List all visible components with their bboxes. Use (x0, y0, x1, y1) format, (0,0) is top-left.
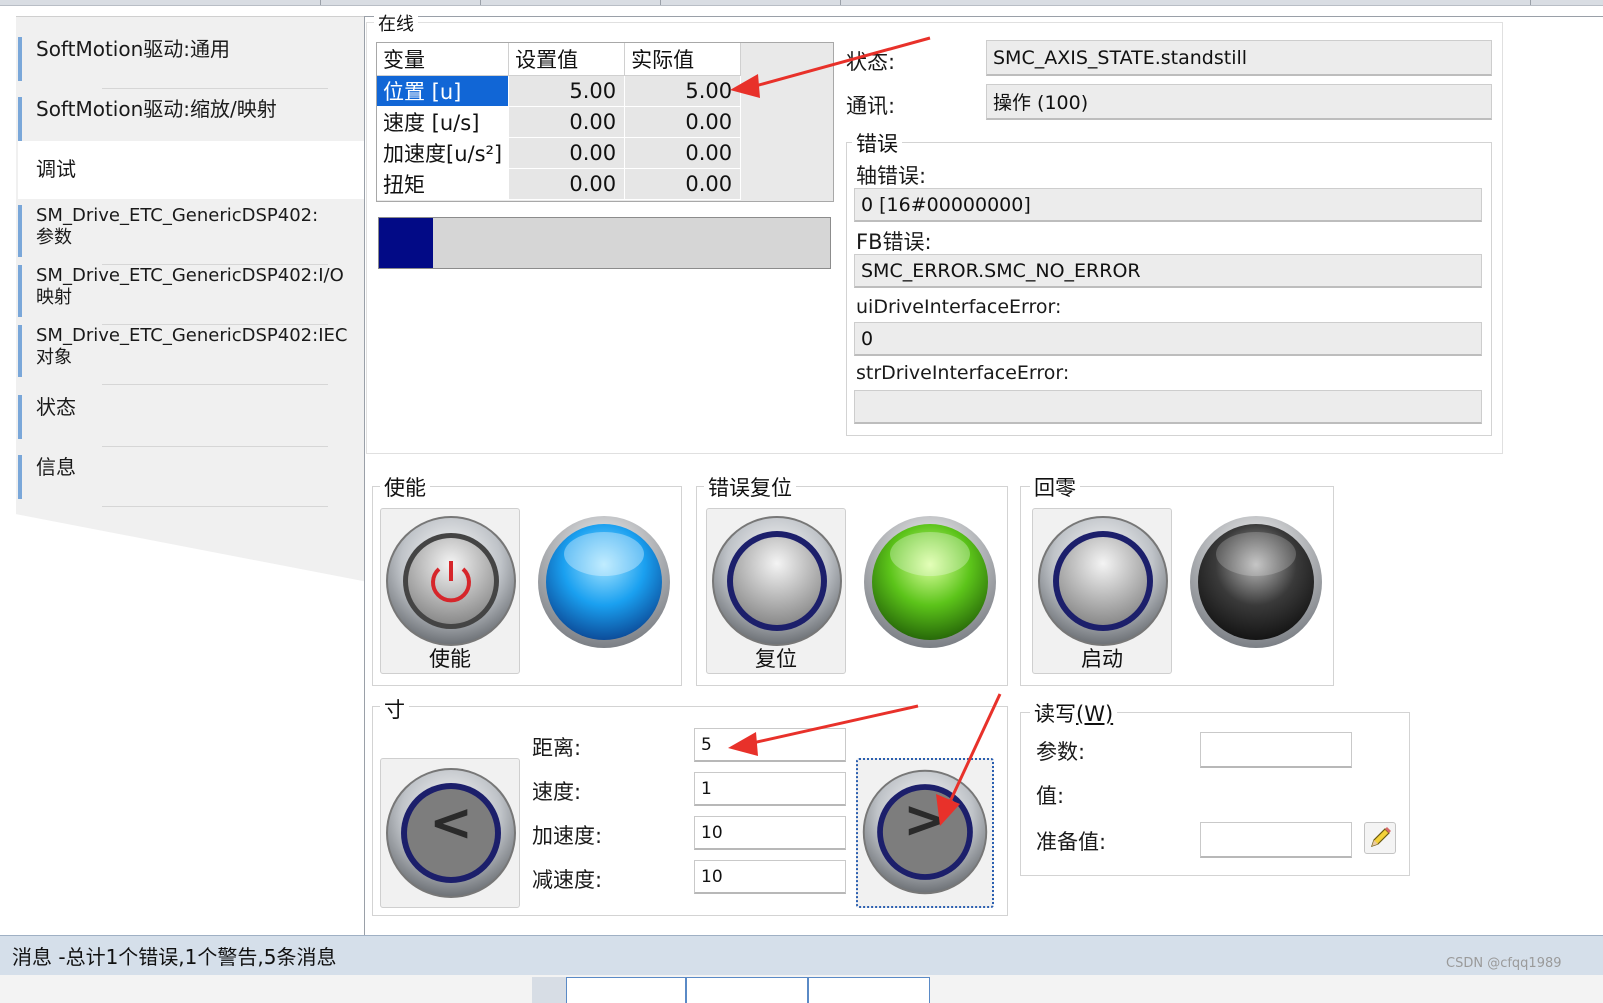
enable-status-lamp (538, 516, 670, 648)
error-group-title: 错误 (852, 128, 902, 158)
tab-status[interactable]: 状态 (18, 395, 328, 447)
grid-cell-name: 加速度[u/s²] (377, 137, 510, 169)
param-label: 参数: (1036, 740, 1086, 764)
tab-dsp402-params[interactable]: SM_Drive_ETC_GenericDSP402:参数 (18, 205, 328, 265)
grid-row[interactable]: 加速度[u/s²] 0.00 0.00 (377, 137, 742, 169)
grid-cell-set: 5.00 (508, 75, 626, 107)
grid-cell-name: 扭矩 (377, 168, 510, 200)
write-value-button[interactable] (1364, 822, 1396, 854)
comm-field: 操作 (100) (986, 84, 1492, 120)
reset-group-title: 错误复位 (704, 472, 796, 502)
home-button-label: 启动 (1081, 647, 1123, 671)
home-start-button[interactable]: 启动 (1032, 508, 1172, 674)
readwrite-group-title: 读写(W) (1030, 698, 1118, 728)
left-tab-panel: SoftMotion驱动:通用 SoftMotion驱动:缩放/映射 调试 SM… (16, 16, 368, 582)
str-drive-error-label: strDriveInterfaceError: (856, 362, 1070, 384)
str-drive-error-field (854, 390, 1482, 424)
ui-drive-error-field: 0 (854, 322, 1482, 356)
tab-dsp402-iec-objects[interactable]: SM_Drive_ETC_GenericDSP402:IEC对象 (18, 325, 347, 385)
tab-label: SoftMotion驱动:缩放/映射 (36, 97, 277, 121)
state-label: 状态: (846, 50, 896, 74)
reset-button[interactable]: 复位 (706, 508, 846, 674)
reset-button-knob-icon (712, 516, 842, 646)
speed-label: 速度: (532, 780, 582, 804)
grid-cell-actual: 5.00 (624, 75, 742, 107)
enable-group-title: 使能 (380, 472, 430, 502)
ui-drive-error-label: uiDriveInterfaceError: (856, 296, 1062, 318)
deceleration-input[interactable]: 10 (694, 860, 846, 894)
grid-header-setvalue: 设置值 (508, 43, 626, 76)
tab-debug[interactable]: 调试 (18, 141, 364, 199)
tab-label: SM_Drive_ETC_GenericDSP402:参数 (36, 205, 319, 248)
grid-header-variable: 变量 (377, 43, 510, 76)
comm-label: 通讯: (846, 94, 896, 118)
reset-button-label: 复位 (755, 647, 797, 671)
enable-button[interactable]: 使能 (380, 508, 520, 674)
top-toolbar-strip (0, 0, 1603, 6)
grid-row[interactable]: 扭矩 0.00 0.00 (377, 168, 742, 200)
bottom-tab-strip (0, 975, 1603, 1003)
fb-error-label: FB错误: (856, 230, 932, 254)
tab-label: SM_Drive_ETC_GenericDSP402:IEC对象 (36, 325, 348, 368)
jog-backward-button[interactable]: < (380, 758, 520, 908)
grid-row[interactable]: 速度 [u/s] 0.00 0.00 (377, 106, 742, 138)
pencil-icon (1371, 827, 1391, 847)
position-progress-bar (378, 217, 831, 269)
message-status-bar[interactable]: 消息 -总计1个错误,1个警告,5条消息 (0, 935, 1603, 975)
online-variable-grid[interactable]: 变量 设置值 实际值 位置 [u] 5.00 5.00 速度 [u/s] 0.0… (376, 42, 834, 202)
online-group-title: 在线 (374, 10, 418, 34)
grid-cell-actual: 0.00 (624, 106, 742, 138)
tab-softmotion-general[interactable]: SoftMotion驱动:通用 (18, 37, 328, 89)
reset-status-lamp (864, 516, 996, 648)
axis-error-field: 0 [16#00000000] (854, 188, 1482, 222)
watermark: CSDN @cfqq1989 (1446, 956, 1562, 971)
enable-button-label: 使能 (429, 647, 471, 671)
speed-input[interactable]: 1 (694, 772, 846, 806)
acceleration-label: 加速度: (532, 824, 603, 848)
home-group-title: 回零 (1030, 472, 1080, 502)
jog-forward-button[interactable]: > (856, 758, 994, 908)
param-input[interactable] (1200, 732, 1352, 768)
grid-header-actual: 实际值 (624, 43, 742, 76)
state-field: SMC_AXIS_STATE.standstill (986, 40, 1492, 76)
tab-dsp402-io-mapping[interactable]: SM_Drive_ETC_GenericDSP402:I/O映射 (18, 265, 344, 325)
tab-label: 信息 (36, 455, 76, 479)
acceleration-input[interactable]: 10 (694, 816, 846, 850)
tab-label: 调试 (36, 157, 76, 181)
jog-group-title: 寸 (380, 694, 409, 724)
tab-label: SM_Drive_ETC_GenericDSP402:I/O映射 (36, 265, 344, 308)
distance-input[interactable]: 5 (694, 728, 846, 762)
home-button-knob-icon (1038, 516, 1168, 646)
grid-cell-actual: 0.00 (624, 168, 742, 200)
fb-error-field: SMC_ERROR.SMC_NO_ERROR (854, 254, 1482, 288)
grid-cell-set: 0.00 (508, 168, 626, 200)
prepare-value-input[interactable] (1200, 822, 1352, 858)
distance-label: 距离: (532, 736, 582, 760)
chevron-left-icon: < (429, 793, 473, 853)
grid-cell-actual: 0.00 (624, 137, 742, 169)
grid-cell-name: 位置 [u] (377, 75, 510, 107)
grid-row[interactable]: 位置 [u] 5.00 5.00 (377, 75, 742, 107)
tab-label: SoftMotion驱动:通用 (36, 37, 231, 61)
deceleration-label: 减速度: (532, 868, 603, 892)
axis-error-label: 轴错误: (856, 164, 927, 188)
grid-cell-set: 0.00 (508, 106, 626, 138)
progress-fill (379, 218, 434, 268)
message-summary: 消息 -总计1个错误,1个警告,5条消息 (12, 945, 337, 969)
tab-info[interactable]: 信息 (18, 455, 328, 507)
grid-cell-set: 0.00 (508, 137, 626, 169)
home-status-lamp (1190, 516, 1322, 648)
prepare-value-label: 准备值: (1036, 830, 1107, 854)
grid-cell-name: 速度 [u/s] (377, 106, 510, 138)
value-label: 值: (1036, 784, 1065, 808)
tab-label: 状态 (36, 395, 76, 419)
tab-softmotion-scaling[interactable]: SoftMotion驱动:缩放/映射 (18, 97, 318, 141)
power-icon (386, 516, 516, 646)
chevron-right-icon: > (903, 790, 947, 850)
